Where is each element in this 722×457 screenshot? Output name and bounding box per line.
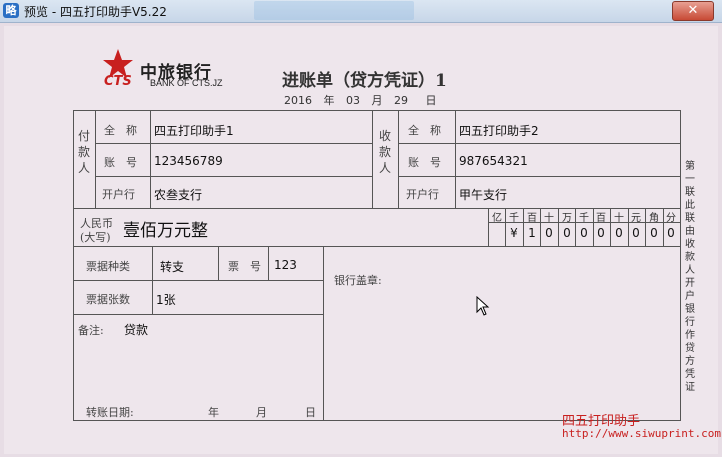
digit-value: 0 [615,226,623,240]
remark: 贷款 [124,323,149,337]
payer-account: 123456789 [154,154,223,168]
payee-group-label-text: 收款人 [378,129,391,175]
app-icon: 略 [3,3,19,18]
footer-url[interactable]: http://www.siwuprint.com [562,427,721,440]
digit-value: 0 [580,226,588,240]
digit-column-line [610,208,611,246]
digit-column-line [505,208,506,246]
digit-value: ¥ [510,226,518,240]
payee-account-label: 账 号 [408,156,441,169]
payer-bank-label: 开户行 [102,188,135,201]
digit-value: 1 [528,226,536,240]
mouse-cursor-icon [476,296,490,316]
amount-label-uppercase: (大写) [80,231,111,244]
payee-bank-label: 开户行 [406,188,439,201]
digit-value: 0 [667,226,675,240]
payee-account: 987654321 [459,154,528,168]
date-year: 2016 [284,94,312,107]
payee-bank: 甲午支行 [459,188,508,202]
document-date: 2016 年 03 月 29 日 [284,92,437,108]
amount-in-words: 壹佰万元整 [123,221,208,241]
digit-value: 0 [650,226,658,240]
bank-logo-text: CTS [104,74,132,89]
date-day-unit: 日 [425,94,437,107]
remark-label: 备注: [78,324,104,337]
date-month: 03 [346,94,360,107]
digit-value: 0 [563,226,571,240]
digit-column-line [663,208,664,246]
payee-group-label: 收款人 [378,128,392,176]
transfer-month-unit: 月 [256,406,267,419]
payer-group-label-text: 付款人 [77,129,90,175]
digit-column-line [558,208,559,246]
close-button[interactable]: ✕ [672,1,714,21]
transfer-day-unit: 日 [305,406,316,419]
bank-name-en: BANK OF CTS.JZ [150,78,223,88]
ticket-count: 1张 [156,293,176,307]
transfer-date-label: 转账日期: [86,406,134,419]
digit-column-line [575,208,576,246]
ticket-number: 123 [274,258,297,272]
digit-column-line [593,208,594,246]
bank-seal-label: 银行盖章: [334,274,382,287]
payer-bank: 农叁支行 [154,188,203,202]
digit-column-line [523,208,524,246]
ticket-type-label: 票据种类 [86,260,130,273]
digit-header-line [488,222,680,223]
payer-name-label: 全 称 [104,124,137,137]
document-title: 进账单（贷方凭证）1 [282,71,447,91]
ticket-count-label: 票据张数 [86,293,130,306]
digit-value: 0 [545,226,553,240]
digit-column-line [540,208,541,246]
digit-value: 0 [632,226,640,240]
window-title-bar: 略 预览 - 四五打印助手V5.22 ✕ [0,0,722,23]
payee-name-label: 全 称 [408,124,441,137]
transfer-year-unit: 年 [208,406,219,419]
payer-name: 四五打印助手1 [154,124,234,138]
date-year-unit: 年 [323,94,335,107]
payer-account-label: 账 号 [104,156,137,169]
date-month-unit: 月 [371,94,383,107]
digit-column-line [628,208,629,246]
ticket-type: 转支 [160,260,185,274]
title-overlay [254,1,414,20]
payee-name: 四五打印助手2 [459,124,539,138]
payer-group-label: 付款人 [77,128,91,176]
ticket-number-label: 票 号 [228,260,261,273]
digit-column-line [645,208,646,246]
window-title: 预览 - 四五打印助手V5.22 [24,5,167,19]
copy-note-vertical: 第一联 此联由收款人开户银行作贷方凭证 [685,161,695,393]
digit-value: 0 [597,226,605,240]
date-day: 29 [394,94,408,107]
